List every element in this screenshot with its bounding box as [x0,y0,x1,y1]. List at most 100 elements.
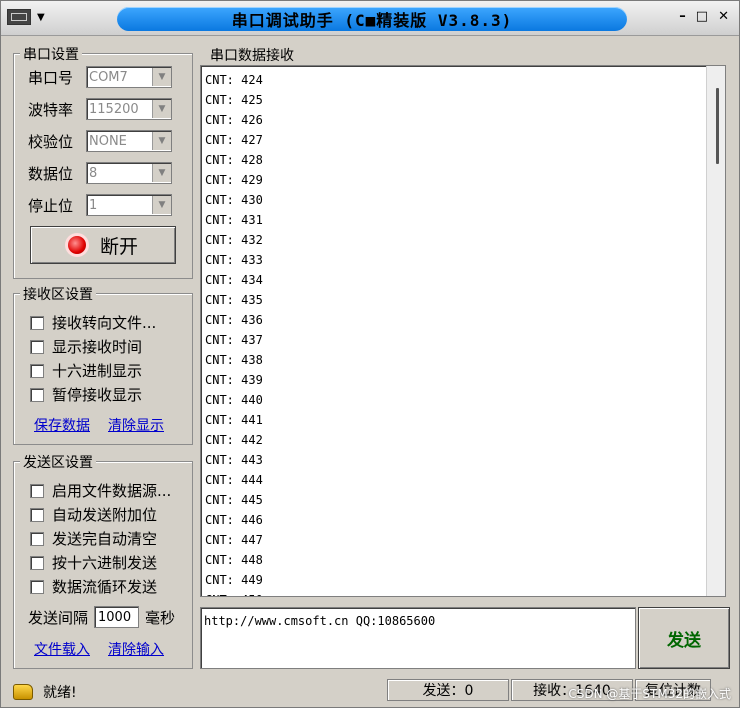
interval-unit: 毫秒 [145,608,176,627]
chevron-down-icon[interactable]: ▼ [152,164,171,182]
baud-label: 波特率 [28,100,74,119]
serial-settings-legend: 串口设置 [20,44,82,64]
show-recv-time-checkbox[interactable]: 显示接收时间 [30,336,142,357]
parity-value: NONE [89,133,127,149]
interval-row: 发送间隔 1000 毫秒 [28,606,175,628]
auto-append-checkbox[interactable]: 自动发送附加位 [30,504,157,525]
port-row: 串口号 COM7 ▼ [28,66,172,88]
receive-line: CNT: 434 [205,273,263,287]
checkbox-label: 按十六进制发送 [52,554,158,572]
hand-icon [13,684,33,700]
baud-select[interactable]: 115200 ▼ [86,98,172,120]
receive-line: CNT: 435 [205,293,263,307]
receive-line: CNT: 437 [205,333,263,347]
save-data-link[interactable]: 保存数据 [34,415,90,435]
status-bar: 就绪! 发送：0 接收：1640 复位计数 CSDN @基于STM32的嵌入式 [1,677,739,707]
checkbox-label: 自动发送附加位 [52,506,158,524]
databits-value: 8 [89,165,98,181]
send-text: http://www.cmsoft.cn QQ:10865600 [204,614,436,628]
receive-line: CNT: 445 [205,493,263,507]
maximize-icon[interactable]: □ [696,9,708,24]
receive-line: CNT: 442 [205,433,263,447]
recv-settings-legend: 接收区设置 [20,284,96,304]
send-button[interactable]: 发送 [638,607,730,669]
send-settings-group: 发送区设置 启用文件数据源... 自动发送附加位 发送完自动清空 按十六进制发送… [13,452,193,669]
databits-row: 数据位 8 ▼ [28,162,172,184]
chevron-down-icon[interactable]: ▼ [152,132,171,150]
receive-line: CNT: 449 [205,573,263,587]
ready-status: 就绪! [13,682,77,702]
chevron-down-icon[interactable]: ▼ [152,100,171,118]
receive-line: CNT: 441 [205,413,263,427]
chevron-down-icon[interactable]: ▼ [152,68,171,86]
serial-settings-group: 串口设置 串口号 COM7 ▼ 波特率 115200 ▼ 校验位 NONE ▼ … [13,44,193,279]
disconnect-label: 断开 [99,235,138,258]
minimize-icon[interactable]: – [679,9,686,24]
baud-value: 115200 [89,101,139,117]
receive-line: CNT: 430 [205,193,263,207]
receive-line: CNT: 443 [205,453,263,467]
load-file-link[interactable]: 文件载入 [34,639,90,659]
checkbox-box[interactable] [30,315,44,330]
interval-input[interactable]: 1000 [94,606,140,628]
close-icon[interactable]: ✕ [718,9,729,24]
interval-label: 发送间隔 [28,608,89,627]
hex-display-checkbox[interactable]: 十六进制显示 [30,360,142,381]
menu-arrow-icon: ▼ [37,11,45,23]
vertical-scrollbar[interactable] [706,66,725,596]
checkbox-box[interactable] [30,531,44,546]
checkbox-label: 显示接收时间 [52,338,143,356]
checkbox-label: 数据流循环发送 [52,578,158,596]
clear-input-link[interactable]: 清除输入 [108,639,164,659]
checkbox-box[interactable] [30,363,44,378]
status-lamp-icon [67,236,86,254]
checkbox-box[interactable] [30,579,44,594]
loop-send-checkbox[interactable]: 数据流循环发送 [30,576,157,597]
checkbox-box[interactable] [30,555,44,570]
system-menu[interactable]: ▼ [7,6,69,28]
clear-display-link[interactable]: 清除显示 [108,415,164,435]
receive-legend: 串口数据接收 [207,45,297,65]
recv-settings-group: 接收区设置 接收转向文件... 显示接收时间 十六进制显示 暂停接收显示 保存数… [13,284,193,445]
receive-line: CNT: 450 [205,590,263,596]
stopbits-select[interactable]: 1 ▼ [86,194,172,216]
pause-display-checkbox[interactable]: 暂停接收显示 [30,384,142,405]
checkbox-box[interactable] [30,339,44,354]
receive-line: CNT: 429 [205,173,263,187]
receive-line: CNT: 440 [205,393,263,407]
scrollbar-thumb[interactable] [716,88,719,164]
disconnect-button[interactable]: 断开 [30,226,176,264]
stopbits-row: 停止位 1 ▼ [28,194,172,216]
recv-to-file-checkbox[interactable]: 接收转向文件... [30,312,156,333]
parity-label: 校验位 [28,132,74,151]
send-settings-legend: 发送区设置 [20,452,96,472]
app-window: ▼ 串口调试助手 (C■精装版 V3.8.3) – □ ✕ 串口设置 串口号 C… [0,0,740,708]
stopbits-value: 1 [89,197,98,213]
port-select[interactable]: COM7 ▼ [86,66,172,88]
receive-line: CNT: 431 [205,213,263,227]
receive-textarea[interactable]: CNT: 424 CNT: 425 CNT: 426 CNT: 427 CNT: 428… [200,65,726,597]
baud-row: 波特率 115200 ▼ [28,98,172,120]
sent-count: 发送：0 [387,679,509,701]
databits-select[interactable]: 8 ▼ [86,162,172,184]
parity-row: 校验位 NONE ▼ [28,130,172,152]
receive-line: CNT: 439 [205,373,263,387]
receive-line: CNT: 438 [205,353,263,367]
receive-line: CNT: 447 [205,533,263,547]
file-source-checkbox[interactable]: 启用文件数据源... [30,480,171,501]
send-textarea[interactable]: http://www.cmsoft.cn QQ:10865600 [200,607,636,669]
port-label: 串口号 [28,68,74,87]
watermark: CSDN @基于STM32的嵌入式 [568,687,731,701]
checkbox-label: 接收转向文件... [52,314,157,332]
checkbox-box[interactable] [30,483,44,498]
hex-send-checkbox[interactable]: 按十六进制发送 [30,552,157,573]
parity-select[interactable]: NONE ▼ [86,130,172,152]
checkbox-box[interactable] [30,507,44,522]
checkbox-label: 启用文件数据源... [52,482,172,500]
checkbox-label: 发送完自动清空 [52,530,158,548]
checkbox-box[interactable] [30,387,44,402]
ready-text: 就绪! [43,685,77,701]
chevron-down-icon[interactable]: ▼ [152,196,171,214]
app-icon [7,9,31,25]
auto-clear-checkbox[interactable]: 发送完自动清空 [30,528,157,549]
